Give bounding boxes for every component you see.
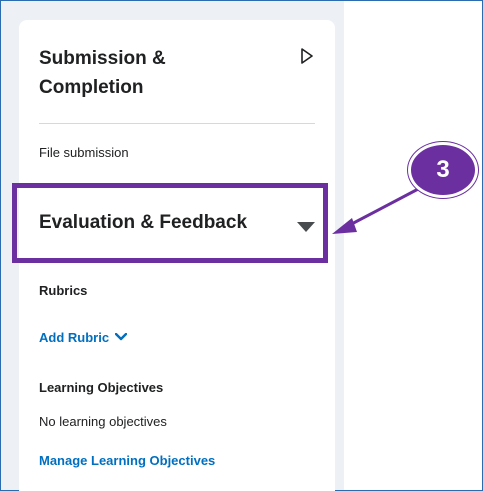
submission-completion-header[interactable]: Submission & Completion [39, 44, 269, 102]
submission-title-line1: Submission & [39, 48, 166, 69]
rubrics-label: Rubrics [39, 283, 88, 298]
section-divider [39, 123, 315, 124]
learning-objectives-label: Learning Objectives [39, 380, 164, 395]
chevron-right-icon[interactable] [300, 48, 314, 64]
add-rubric-button[interactable]: Add Rubric [39, 328, 128, 346]
caret-down-icon[interactable] [297, 222, 315, 232]
step-number-badge: 3 [408, 142, 478, 198]
evaluation-feedback-header[interactable]: Evaluation & Feedback [39, 212, 247, 234]
add-rubric-label: Add Rubric [39, 329, 110, 345]
manage-learning-objectives-link[interactable]: Manage Learning Objectives [39, 453, 215, 468]
learning-objectives-empty: No learning objectives [39, 414, 167, 429]
chevron-down-icon [115, 333, 128, 341]
submission-summary: File submission [39, 145, 129, 160]
submission-title-line2: Completion [39, 77, 144, 98]
